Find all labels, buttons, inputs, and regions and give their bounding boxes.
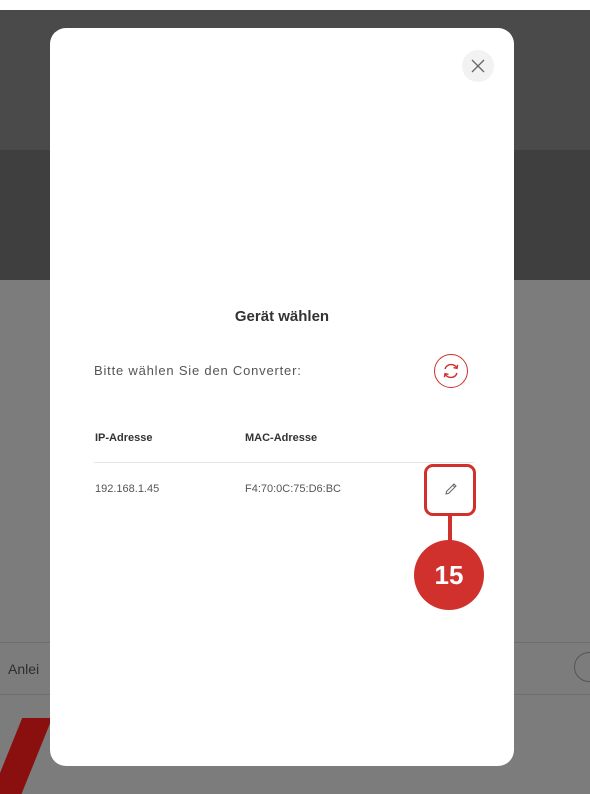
table-header-divider — [94, 462, 474, 463]
device-mac-cell[interactable]: F4:70:0C:75:D6:BC — [245, 483, 341, 495]
callout-connector — [448, 516, 452, 542]
column-header-mac: MAC-Adresse — [245, 432, 318, 444]
select-converter-prompt: Bitte wählen Sie den Converter: — [94, 363, 302, 378]
dialog-title: Gerät wählen — [234, 308, 330, 325]
background-top-strip — [0, 0, 590, 10]
device-select-dialog: Gerät wählen Bitte wählen Sie den Conver… — [50, 28, 514, 766]
pencil-icon — [445, 483, 457, 495]
refresh-icon — [443, 363, 459, 379]
device-ip-cell[interactable]: 192.168.1.45 — [95, 483, 159, 495]
close-icon — [471, 59, 485, 73]
close-button[interactable] — [462, 50, 494, 82]
refresh-button[interactable] — [434, 354, 468, 388]
column-header-ip: IP-Adresse — [95, 432, 153, 444]
background-row-label: Anlei — [8, 661, 40, 677]
edit-device-button[interactable] — [436, 474, 466, 504]
callout-number-badge: 15 — [414, 540, 484, 610]
